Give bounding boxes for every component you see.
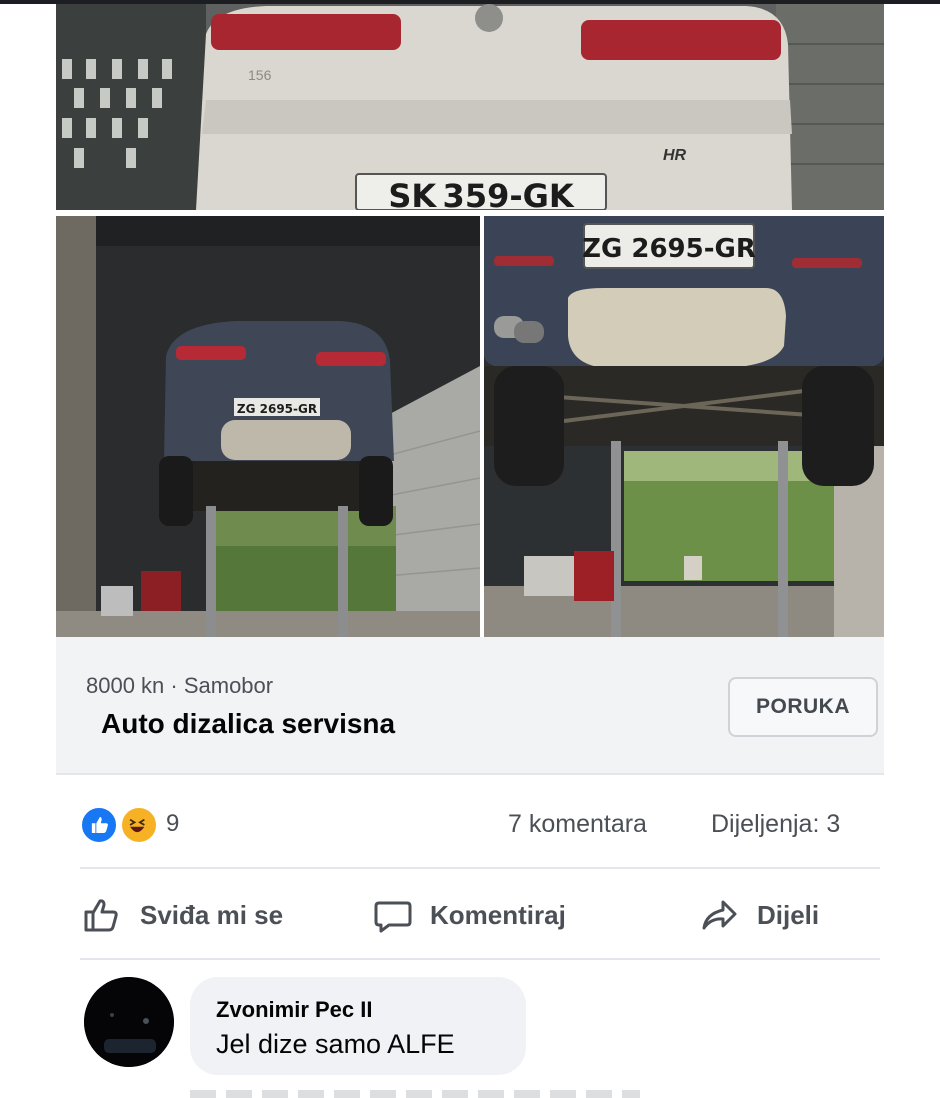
plate-top-text: SK 359-GK — [388, 177, 575, 210]
comment-author[interactable]: Zvonimir Pec II — [216, 997, 373, 1023]
shares-count-link[interactable]: Dijeljenja: 3 — [711, 810, 840, 839]
reactions-count: 9 — [166, 810, 180, 837]
model-badge: 156 — [248, 67, 272, 83]
comment-icon — [374, 901, 412, 933]
like-reaction-icon — [80, 806, 118, 844]
avatar[interactable] — [84, 977, 174, 1067]
photo-car-lift-wide[interactable]: ZG 2695-GR — [56, 216, 480, 637]
thumbs-up-icon — [84, 899, 118, 932]
comments-count-link[interactable]: 7 komentara — [508, 810, 647, 839]
plate-left-text: ZG 2695-GR — [237, 402, 317, 416]
divider — [80, 867, 880, 869]
like-button-label: Sviđa mi se — [140, 899, 284, 930]
share-button-label: Dijeli — [757, 899, 820, 930]
reactions-summary[interactable] — [80, 806, 160, 846]
like-button[interactable]: Sviđa mi se — [80, 880, 283, 950]
message-button[interactable]: PORUKA — [728, 677, 878, 737]
comment-bubble: Zvonimir Pec II Jel dize samo ALFE — [190, 977, 526, 1075]
marketplace-listing[interactable]: 8000 kn · Samobor Auto dizalica servisna… — [56, 637, 884, 773]
photo-car-underside[interactable]: ZG 2695-GR — [484, 216, 884, 637]
comment-button[interactable]: Komentiraj — [370, 880, 566, 950]
hr-badge: HR — [663, 147, 687, 164]
comment-text: Jel dize samo ALFE — [216, 1029, 455, 1059]
photo-car-rear[interactable]: SK 359-GK HR 156 — [56, 4, 884, 210]
post-actions: Sviđa mi se Komentiraj Dijeli — [80, 880, 880, 950]
divider — [56, 773, 884, 775]
price-location: 8000 kn · Samobor — [86, 673, 274, 698]
share-arrow-icon — [702, 900, 737, 930]
comment-button-label: Komentiraj — [430, 899, 566, 930]
listing-title[interactable]: Auto dizalica servisna — [101, 708, 395, 740]
divider — [80, 958, 880, 960]
engagement-stats: 9 7 komentara Dijeljenja: 3 — [80, 800, 880, 850]
next-comment-partial — [190, 1090, 640, 1098]
share-button[interactable]: Dijeli — [697, 880, 819, 950]
listing-photos: SK 359-GK HR 156 ZG 2695-GR ZG 2695-GR — [56, 4, 884, 637]
haha-reaction-icon — [120, 806, 158, 844]
plate-right-text: ZG 2695-GR — [582, 234, 756, 264]
